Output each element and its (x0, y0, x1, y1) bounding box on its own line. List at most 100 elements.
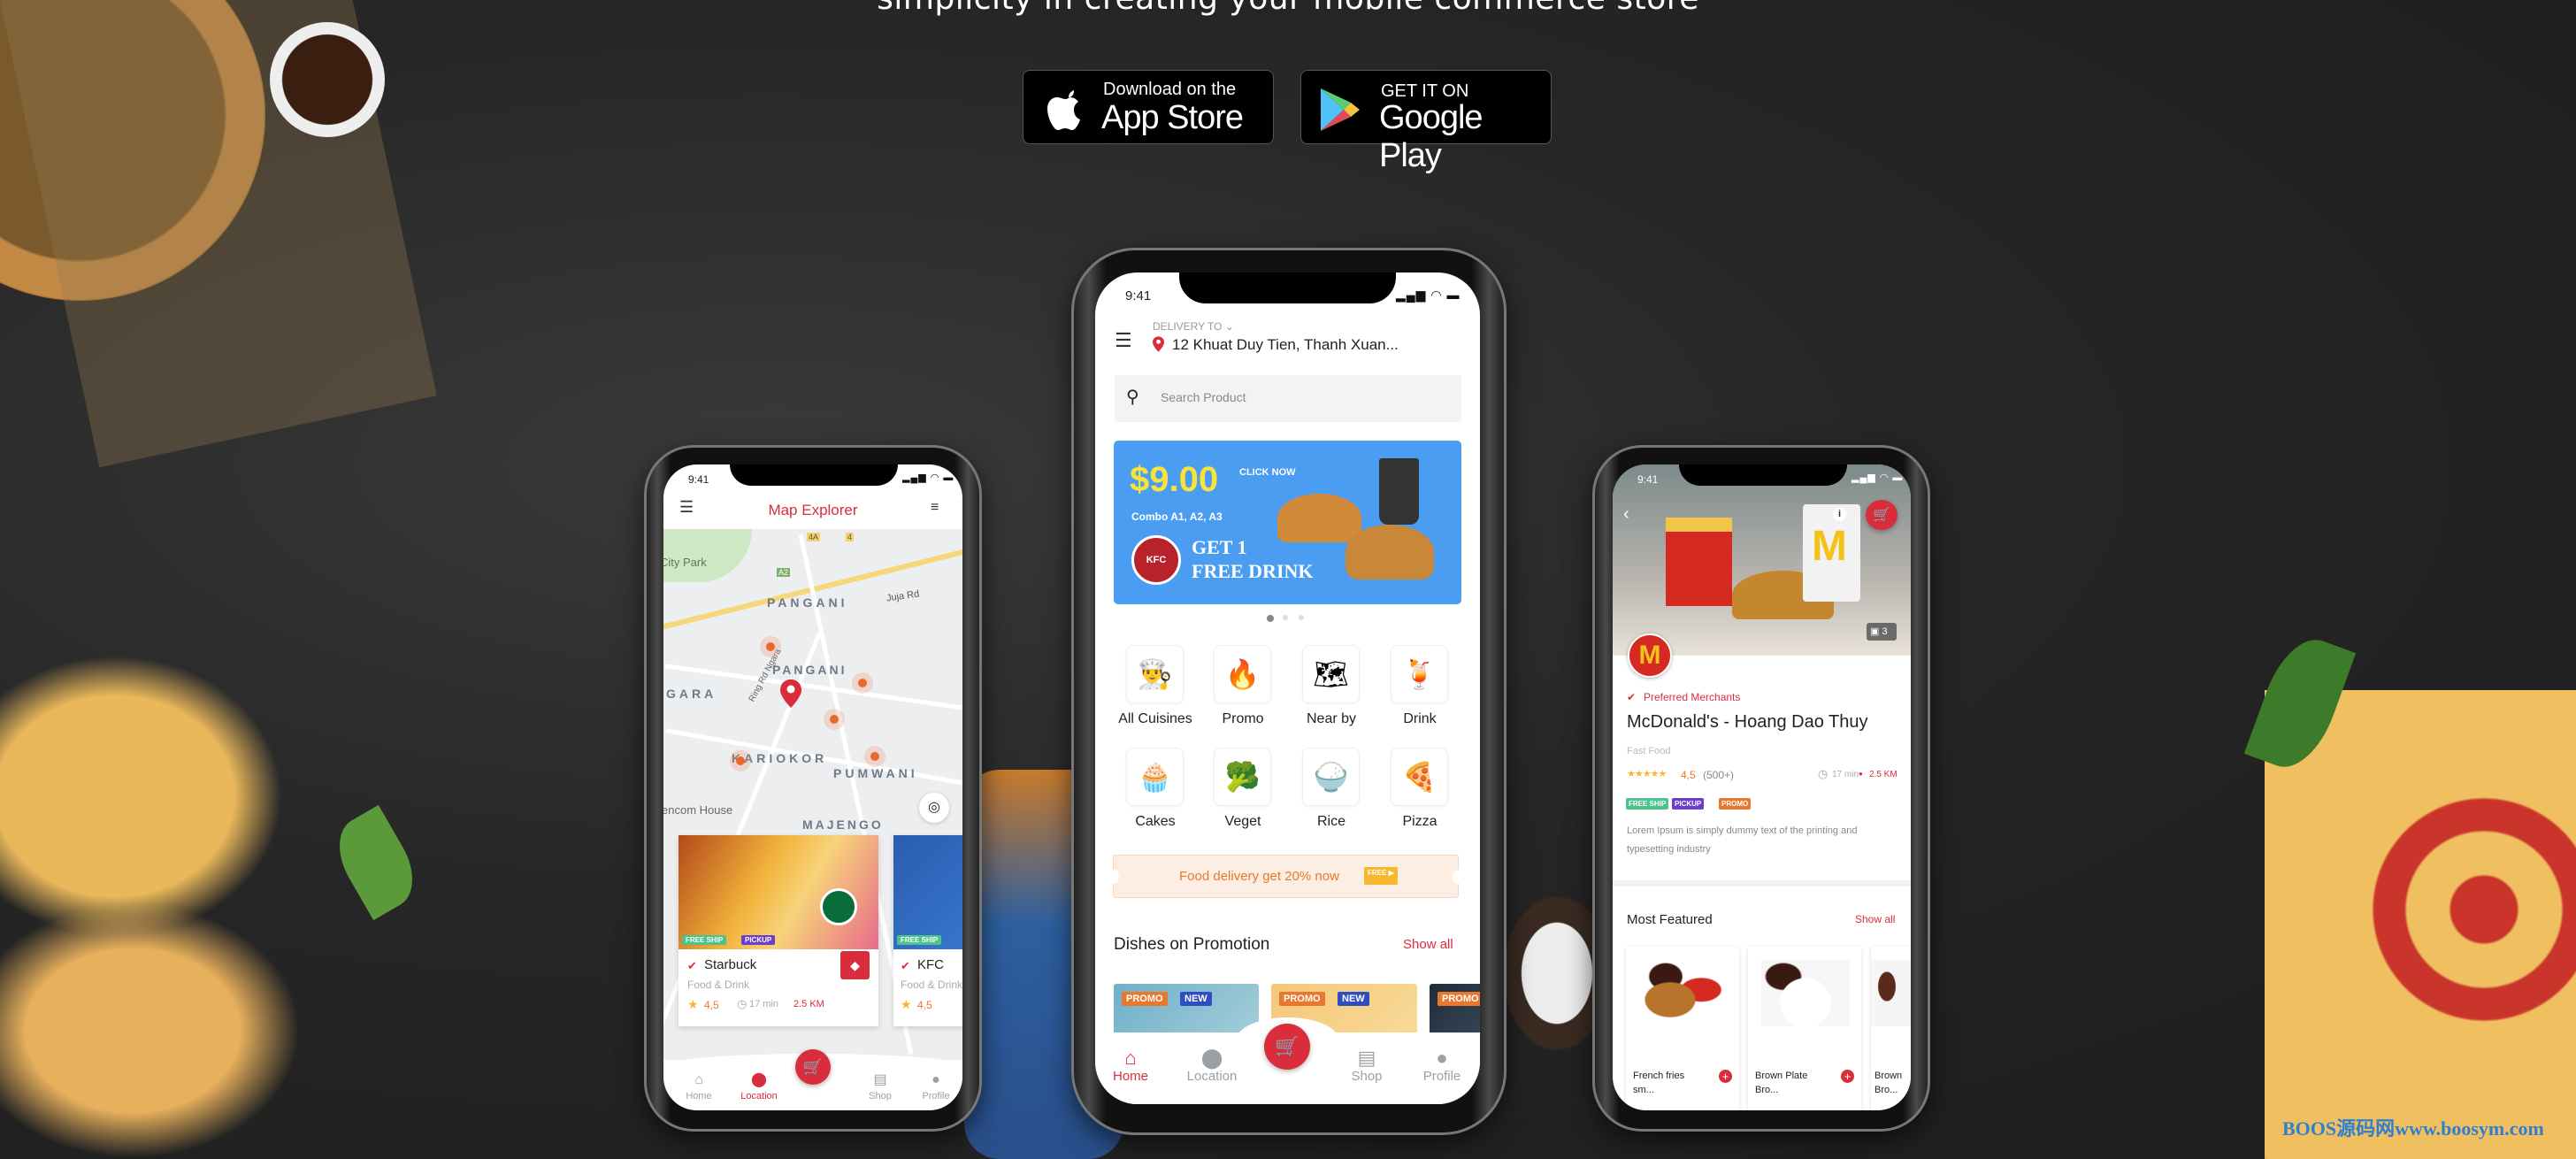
restaurant-marker[interactable] (864, 746, 886, 767)
profile-icon: ● (932, 1072, 940, 1087)
basil-leaf-decoration (325, 804, 427, 921)
delivery-address[interactable]: 12 Khuat Duy Tien, Thanh Xuan... (1172, 336, 1399, 354)
star-icon: ★ (687, 997, 699, 1011)
menu-icon[interactable]: ☰ (1115, 329, 1132, 352)
map-label: PUMWANI (833, 766, 918, 780)
nav-home[interactable]: ⌂ Home (672, 1070, 725, 1101)
cart-button[interactable]: 🛒 (1866, 500, 1898, 530)
category-label: All Cuisines (1118, 711, 1192, 726)
location-pin-icon[interactable] (780, 679, 801, 708)
merchant-card[interactable]: FREE SHIP ✔ KFC Food & Drink ★ 4,5 (893, 835, 962, 1026)
carousel-dot[interactable] (1299, 615, 1304, 620)
category-near-by[interactable]: 🗺 (1302, 645, 1360, 703)
nav-shop[interactable]: ▤ Shop (1338, 1048, 1395, 1085)
category-veget[interactable]: 🥦 (1214, 748, 1271, 806)
merchant-description: Lorem Ipsum is simply dummy text of the … (1627, 825, 1858, 855)
category-cakes[interactable]: 🧁 (1126, 748, 1184, 806)
notch (1679, 464, 1847, 486)
category-promo[interactable]: 🔥 (1214, 645, 1271, 703)
product-name: French fries sm... (1633, 1071, 1685, 1095)
merchant-distance: 2.5 KM (794, 999, 824, 1009)
restaurant-marker[interactable] (824, 709, 845, 730)
watermark: BOOS源码网www.boosym.com (2282, 1117, 2544, 1140)
carousel-dot[interactable] (1283, 615, 1288, 620)
merchant-image (893, 835, 962, 949)
info-icon[interactable]: i (1833, 508, 1846, 521)
profile-icon: ● (1436, 1047, 1448, 1069)
road-label: A2 (777, 568, 791, 577)
category-all-cuisines[interactable]: 👨‍🍳 (1126, 645, 1184, 703)
status-icons: ▂▄▆ ◠ ▬ (1396, 288, 1460, 302)
my-location-button[interactable]: ◎ (919, 793, 949, 823)
section-divider (1613, 880, 1911, 887)
cart-button[interactable]: 🛒 (1264, 1024, 1310, 1070)
category-label: Near by (1306, 711, 1357, 726)
app-store-button[interactable]: Download on the App Store (1023, 70, 1274, 144)
nav-home[interactable]: ⌂ Home (1102, 1047, 1159, 1085)
distance-dot-icon: ● (1859, 770, 1863, 778)
google-play-button[interactable]: GET IT ON Google Play (1300, 70, 1552, 174)
merchant-card[interactable]: FREE SHIP PICKUP ✔ Starbuck Food & Drink… (678, 835, 878, 1026)
category-pizza[interactable]: 🍕 (1391, 748, 1448, 806)
map-phone: 9:41 ▂▄▆ ◠ ▬ ☰ Map Explorer ≡ City Park … (644, 445, 982, 1132)
nav-shop[interactable]: ▤ Shop (854, 1070, 907, 1101)
product-card[interactable]: French fries sm... + (1626, 947, 1739, 1110)
directions-button[interactable]: ◆ (840, 951, 870, 979)
photo-count-badge[interactable]: ▣ 3 (1867, 623, 1897, 641)
merchant-name: Starbuck (704, 957, 757, 972)
nav-location[interactable]: ⬤ Location (1178, 1048, 1246, 1085)
delivery-time: 17 min (1832, 770, 1859, 779)
map-label: MAJENGO (802, 817, 884, 832)
cupcake-icon: 🧁 (1137, 761, 1173, 793)
nav-profile[interactable]: ● Profile (1414, 1047, 1470, 1085)
new-badge: NEW (1180, 992, 1212, 1006)
drink-image (1379, 458, 1419, 525)
promo-badge: PROMO (1122, 992, 1168, 1006)
product-image (1761, 960, 1850, 1026)
map-label: encom House (663, 803, 733, 817)
google-play-big-text: Google Play (1379, 99, 1484, 174)
mcdonalds-logo: M (1812, 523, 1847, 570)
promo-badge: PROMO (1279, 992, 1325, 1006)
product-card[interactable]: Brown Plate Bro... + (1748, 947, 1861, 1110)
banner-line2: FREE DRINK (1192, 560, 1314, 582)
badge-free-ship: FREE SHIP (1626, 798, 1669, 810)
banner-cta: CLICK NOW (1239, 467, 1296, 478)
merchant-category: Fast Food (1627, 746, 1671, 756)
badge-promo: PROMO (1719, 798, 1752, 810)
product-card[interactable]: Brown Bro... (1871, 947, 1911, 1110)
kfc-logo: KFC (1131, 535, 1181, 585)
back-icon[interactable]: ‹ (1623, 504, 1629, 525)
cart-button[interactable]: 🛒 (795, 1049, 831, 1085)
search-input[interactable]: ⚲ Search Product (1115, 375, 1461, 422)
restaurant-marker[interactable] (730, 750, 751, 771)
coupon-banner[interactable]: Food delivery get 20% now FREE ▶ (1108, 855, 1463, 898)
clock-icon: ◷ (737, 997, 748, 1010)
shop-icon: ▤ (873, 1072, 887, 1087)
home-icon: ⌂ (1124, 1047, 1137, 1069)
map-label: GARA (666, 687, 717, 701)
category-drink[interactable]: 🍹 (1391, 645, 1448, 703)
banner-combo: Combo A1, A2, A3 (1131, 510, 1223, 523)
restaurant-marker[interactable] (760, 636, 781, 657)
fries-bottom-decoration (0, 902, 301, 1159)
show-all-link[interactable]: Show all (1855, 913, 1895, 925)
map-title: Map Explorer (768, 502, 858, 518)
map-icon: 🗺 (1313, 658, 1349, 690)
restaurant-marker[interactable] (852, 672, 873, 694)
burger-image (1277, 494, 1361, 542)
show-all-link[interactable]: Show all (1403, 937, 1453, 952)
add-to-cart-button[interactable]: + (1719, 1070, 1732, 1083)
status-time: 9:41 (688, 473, 709, 486)
map-label: PANGANI (772, 663, 847, 677)
nav-location[interactable]: ⬤ Location (732, 1070, 786, 1101)
carousel-dot[interactable] (1267, 615, 1274, 622)
banner-line1: GET 1 (1192, 536, 1247, 558)
category-rice[interactable]: 🍚 (1302, 748, 1360, 806)
promo-banner[interactable]: $9.00 CLICK NOW Combo A1, A2, A3 KFC GET… (1114, 441, 1461, 604)
nav-profile[interactable]: ● Profile (909, 1070, 962, 1101)
banner-price: $9.00 (1130, 460, 1219, 499)
add-to-cart-button[interactable]: + (1841, 1070, 1854, 1083)
rice-bowl-icon: 🍚 (1313, 761, 1349, 793)
filter-icon[interactable]: ≡ (931, 500, 939, 516)
